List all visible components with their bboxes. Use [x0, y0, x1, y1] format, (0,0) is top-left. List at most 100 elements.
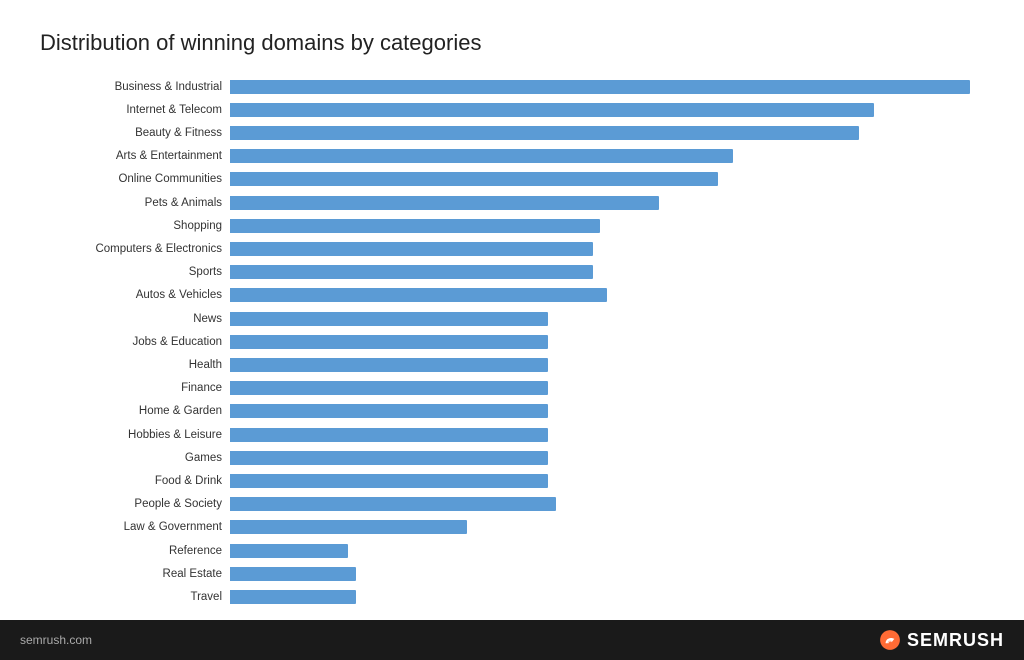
- bar-row: Food & Drink: [40, 472, 984, 490]
- bar-container: [230, 172, 984, 186]
- bar: [230, 428, 548, 442]
- bar-container: [230, 335, 984, 349]
- bar-label: Autos & Vehicles: [40, 289, 230, 301]
- bar-container: [230, 288, 984, 302]
- bar: [230, 265, 593, 279]
- bar-row: Online Communities: [40, 170, 984, 188]
- bar-label: Pets & Animals: [40, 197, 230, 209]
- bar: [230, 103, 874, 117]
- bar-container: [230, 428, 984, 442]
- bar-label: Arts & Entertainment: [40, 150, 230, 162]
- bar-row: Finance: [40, 379, 984, 397]
- bar-row: Reference: [40, 542, 984, 560]
- chart-area: Business & Industrial Internet & Telecom B…: [40, 76, 984, 610]
- bar-container: [230, 312, 984, 326]
- bar-container: [230, 590, 984, 604]
- bar: [230, 451, 548, 465]
- bar-label: Health: [40, 359, 230, 371]
- bar-row: Law & Government: [40, 518, 984, 536]
- bar-row: Internet & Telecom: [40, 101, 984, 119]
- bar: [230, 242, 593, 256]
- bar: [230, 358, 548, 372]
- bar-row: Hobbies & Leisure: [40, 426, 984, 444]
- bar-row: Games: [40, 449, 984, 467]
- bar: [230, 196, 659, 210]
- bar: [230, 126, 859, 140]
- bar-label: Home & Garden: [40, 405, 230, 417]
- bar-label: Games: [40, 452, 230, 464]
- bar: [230, 288, 607, 302]
- bar: [230, 80, 970, 94]
- bar: [230, 219, 600, 233]
- footer-url: semrush.com: [20, 633, 92, 647]
- bar: [230, 335, 548, 349]
- bar-container: [230, 219, 984, 233]
- bar-label: Travel: [40, 591, 230, 603]
- semrush-brand-text: SEMRUSH: [907, 630, 1004, 651]
- bar-label: News: [40, 313, 230, 325]
- bar-label: Sports: [40, 266, 230, 278]
- bar: [230, 544, 348, 558]
- bar: [230, 474, 548, 488]
- bar-label: Reference: [40, 545, 230, 557]
- bar-container: [230, 196, 984, 210]
- bar: [230, 172, 718, 186]
- bar-row: Jobs & Education: [40, 333, 984, 351]
- bar-container: [230, 381, 984, 395]
- bar-label: Jobs & Education: [40, 336, 230, 348]
- bar-label: Online Communities: [40, 173, 230, 185]
- bar: [230, 404, 548, 418]
- bar-row: News: [40, 310, 984, 328]
- bar-container: [230, 149, 984, 163]
- bar: [230, 149, 733, 163]
- bar: [230, 567, 356, 581]
- bar-row: Beauty & Fitness: [40, 124, 984, 142]
- bar: [230, 590, 356, 604]
- bar-label: Shopping: [40, 220, 230, 232]
- bar-container: [230, 242, 984, 256]
- bar: [230, 497, 556, 511]
- bar-row: People & Society: [40, 495, 984, 513]
- bar-row: Autos & Vehicles: [40, 286, 984, 304]
- bar-row: Pets & Animals: [40, 194, 984, 212]
- bar-container: [230, 451, 984, 465]
- bar-container: [230, 520, 984, 534]
- semrush-logo: SEMRUSH: [879, 629, 1004, 651]
- footer: semrush.com SEMRUSH: [0, 620, 1024, 660]
- bar-label: People & Society: [40, 498, 230, 510]
- main-content: Distribution of winning domains by categ…: [0, 0, 1024, 620]
- bar-container: [230, 103, 984, 117]
- bar-container: [230, 497, 984, 511]
- bar-label: Computers & Electronics: [40, 243, 230, 255]
- bar-container: [230, 80, 984, 94]
- semrush-icon: [879, 629, 901, 651]
- bar-row: Shopping: [40, 217, 984, 235]
- bar: [230, 312, 548, 326]
- bar-container: [230, 265, 984, 279]
- bar-row: Home & Garden: [40, 402, 984, 420]
- bar-label: Finance: [40, 382, 230, 394]
- bar-label: Business & Industrial: [40, 81, 230, 93]
- bar: [230, 381, 548, 395]
- bar-container: [230, 544, 984, 558]
- bar-container: [230, 404, 984, 418]
- bar-label: Hobbies & Leisure: [40, 429, 230, 441]
- bar-row: Health: [40, 356, 984, 374]
- bar-row: Computers & Electronics: [40, 240, 984, 258]
- chart-title: Distribution of winning domains by categ…: [40, 30, 984, 56]
- bar-row: Arts & Entertainment: [40, 147, 984, 165]
- bar-label: Law & Government: [40, 521, 230, 533]
- bar-row: Real Estate: [40, 565, 984, 583]
- bar-label: Internet & Telecom: [40, 104, 230, 116]
- bar-container: [230, 358, 984, 372]
- bar-container: [230, 567, 984, 581]
- bar-label: Food & Drink: [40, 475, 230, 487]
- bar-row: Business & Industrial: [40, 78, 984, 96]
- bar-container: [230, 126, 984, 140]
- bar-container: [230, 474, 984, 488]
- bar-row: Travel: [40, 588, 984, 606]
- bar-label: Real Estate: [40, 568, 230, 580]
- bar-row: Sports: [40, 263, 984, 281]
- bar: [230, 520, 467, 534]
- bar-label: Beauty & Fitness: [40, 127, 230, 139]
